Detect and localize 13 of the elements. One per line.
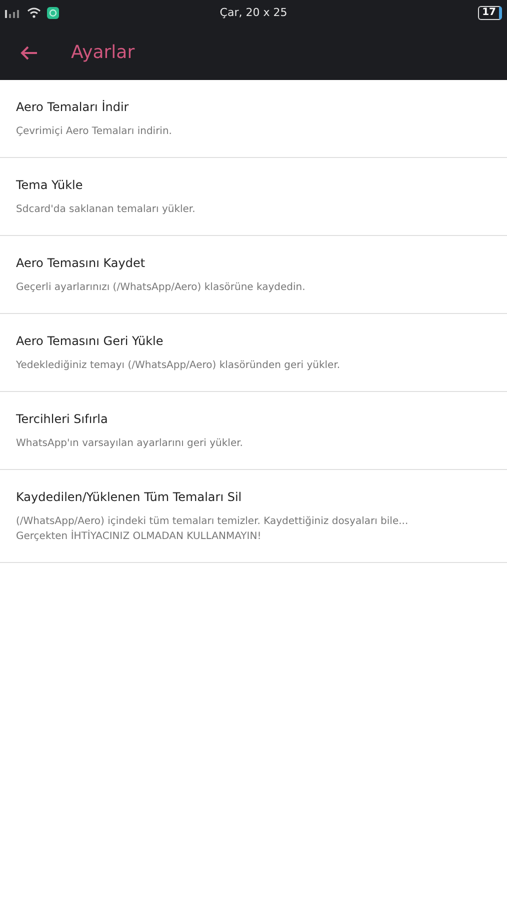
settings-item[interactable]: Tercihleri Sıfırla WhatsApp'ın varsayılan ayarlarını geri yükler.	[0, 392, 507, 470]
settings-item[interactable]: Aero Temasını Geri Yükle Yedeklediğiniz temayı (/WhatsApp/Aero) klasöründen geri yükler.	[0, 314, 507, 392]
status-time: Çar, 20 x 25	[218, 6, 288, 19]
settings-item[interactable]: Aero Temasını Kaydet Geçerli ayarlarınızı (/WhatsApp/Aero) klasörüne kaydedin.	[0, 236, 507, 314]
battery-icon: 17	[478, 6, 502, 20]
settings-item[interactable]: Kaydedilen/Yüklenen Tüm Temaları Sil (/WhatsApp/Aero) içindeki tüm temaları temizler. Kaydettiğiniz dosyaları bile... Gerçekten İHTİYACINIZ OLMADAN KULLANMAYIN!	[0, 470, 507, 563]
toolbar-title: Ayarlar	[71, 42, 135, 63]
signal-icon	[5, 8, 21, 18]
back-arrow-icon[interactable]	[20, 44, 38, 60]
settings-item[interactable]: Tema Yükle Sdcard'da saklanan temaları yükler.	[0, 158, 507, 236]
wifi-icon	[27, 7, 41, 18]
settings-item[interactable]: Aero Temaları İndir Çevrimiçi Aero Temaları indirin.	[0, 80, 507, 158]
app-notification-icon	[47, 6, 59, 18]
